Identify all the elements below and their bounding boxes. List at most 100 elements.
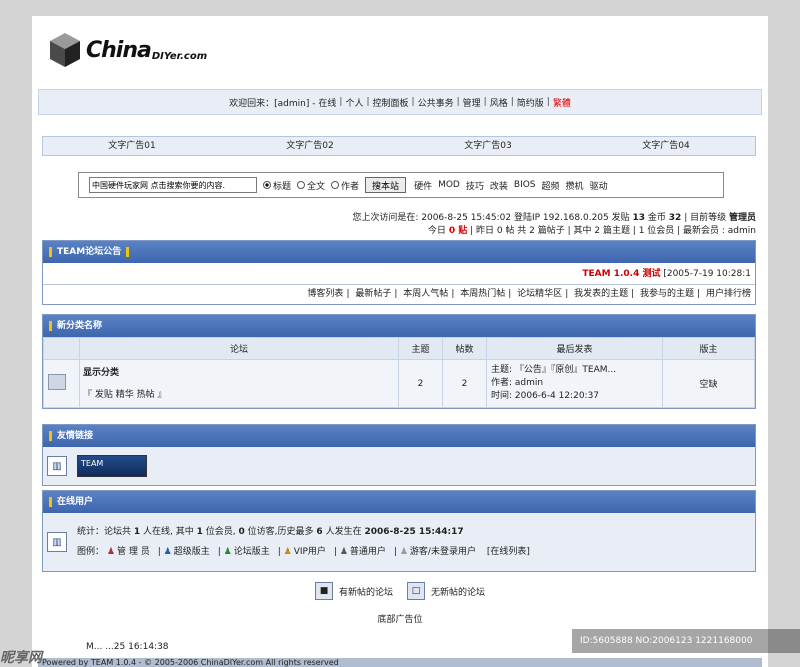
- no-new-posts-label: 无新帖的论坛: [431, 587, 486, 598]
- visit-line-2: 今日 0 贴 | 昨日 0 帖 共 2 篇帖子 | 其中 2 篇主题 | 1 位…: [427, 226, 756, 236]
- search-input[interactable]: [89, 177, 257, 193]
- radio-icon: [297, 181, 306, 189]
- header-bar-icon: [49, 247, 52, 257]
- vip-user-icon: ♟: [283, 547, 292, 557]
- online-body: ▥ 统计：论坛共 1 人在线, 其中 1 位会员, 0 位访客,历史最多 6 人…: [43, 513, 755, 571]
- team-friend-link[interactable]: TEAM: [77, 455, 147, 477]
- nav-traditional[interactable]: 繁體: [553, 96, 571, 109]
- link-digest[interactable]: 论坛精华区: [517, 289, 562, 299]
- keyword-link[interactable]: 改装: [490, 179, 508, 192]
- last-post-time: 时间: 2006-6-4 12:20:37: [491, 391, 600, 401]
- site-logo[interactable]: China DIYer.com: [48, 28, 207, 72]
- no-new-posts-icon: □: [407, 582, 425, 600]
- text-ad-2[interactable]: 文字广告02: [221, 137, 399, 155]
- forum-moderator: 空缺: [662, 359, 755, 408]
- link-weekly-popular[interactable]: 本周人气帖: [403, 289, 448, 299]
- watermark-id: ID:5605888 NO:2006123 1221168000: [572, 629, 800, 653]
- keyword-link[interactable]: BIOS: [514, 180, 536, 190]
- coin-count: 32: [668, 213, 682, 223]
- today-posts: 0 贴: [448, 226, 468, 236]
- friends-header[interactable]: 友情链接: [43, 425, 755, 447]
- notice-date: [2005-7-19 10:28:1: [663, 269, 751, 279]
- table-header-forum: 论坛: [79, 337, 399, 360]
- notice-headline[interactable]: TEAM 1.0.4 测试: [582, 269, 660, 279]
- keyword-link[interactable]: 驱动: [590, 179, 608, 192]
- header-bar-icon: [49, 497, 52, 507]
- link-user-ranking[interactable]: 用户排行榜: [706, 289, 751, 299]
- footer-time: M... ...25 16:14:38: [86, 642, 169, 652]
- friends-panel: 友情链接 ▥ TEAM: [42, 424, 756, 486]
- text-ad-1[interactable]: 文字广告01: [43, 137, 221, 155]
- keyword-link[interactable]: 攒机: [566, 179, 584, 192]
- chart-icon: ▥: [47, 456, 67, 476]
- legend-super-mod: ♟ 超级版主: [163, 547, 210, 557]
- nav-online[interactable]: 在线: [318, 96, 336, 109]
- bottom-ad[interactable]: 底部广告位: [32, 612, 768, 625]
- link-blog-list[interactable]: 博客列表: [307, 289, 343, 299]
- online-header[interactable]: 在线用户: [43, 491, 755, 513]
- nav-public-affairs[interactable]: 公共事务: [418, 96, 454, 109]
- super-mod-icon: ♟: [163, 547, 172, 557]
- text-ad-4[interactable]: 文字广告04: [577, 137, 755, 155]
- table-header-topics: 主题: [398, 337, 443, 360]
- mod-user-icon: ♟: [223, 547, 232, 557]
- forum-name[interactable]: 显示分类: [83, 362, 398, 384]
- search-button[interactable]: 搜本站: [365, 177, 407, 193]
- category-panel: 新分类名称 论坛 主题 帖数 最后发表 版主 显示分类 『 发贴 精华 热帖 』…: [42, 314, 756, 409]
- notice-item[interactable]: TEAM 1.0.4 测试 [2005-7-19 10:28:1: [43, 263, 755, 285]
- search-option-fulltext[interactable]: 全文: [297, 179, 325, 192]
- logo-cube-icon: [50, 33, 80, 67]
- link-my-participation[interactable]: 我参与的主题: [640, 289, 694, 299]
- header-bar-icon: [126, 247, 130, 257]
- logo-sub-text: DIYer.com: [151, 51, 208, 62]
- last-post-subject[interactable]: 主题: 『公告』『原创』TEAM...: [491, 364, 662, 377]
- member-user-icon: ♟: [339, 547, 348, 557]
- category-header[interactable]: 新分类名称: [43, 315, 755, 337]
- link-my-topics[interactable]: 我发表的主题: [574, 289, 628, 299]
- forum-last-post: 主题: 『公告』『原创』TEAM... 作者: admin 时间: 2006-6…: [486, 359, 663, 408]
- link-weekly-hot[interactable]: 本周热门帖: [460, 289, 505, 299]
- legend-admin: ♟ 管 理 员: [106, 547, 150, 557]
- welcome-prefix: 欢迎回来：[admin] -: [229, 98, 316, 109]
- new-posts-icon: ■: [314, 582, 333, 600]
- last-post-author[interactable]: 作者: admin: [491, 377, 662, 390]
- nav-lite-version[interactable]: 简约版: [517, 96, 544, 109]
- text-ad-3[interactable]: 文字广告03: [399, 137, 577, 155]
- online-panel: 在线用户 ▥ 统计：论坛共 1 人在线, 其中 1 位会员, 0 位访客,历史最…: [42, 490, 756, 572]
- nav-admin[interactable]: 管理: [463, 96, 481, 109]
- radio-icon: [331, 181, 340, 189]
- keyword-link[interactable]: MOD: [438, 180, 460, 190]
- guest-user-icon: ♟: [399, 547, 408, 557]
- quick-links: 博客列表 | 最新帖子 | 本周人气帖 | 本周热门帖 | 论坛精华区 | 我发表的主题 |…: [43, 285, 755, 304]
- online-list-link[interactable]: [在线列表]: [487, 547, 530, 557]
- nav-profile[interactable]: 个人: [345, 96, 363, 109]
- footer-bar: Powered by TEAM 1.0.4 - © 2005-2006 Chin…: [38, 658, 762, 667]
- user-level: 管理员: [728, 213, 756, 223]
- chart-icon: ▥: [47, 532, 67, 552]
- table-header-posts: 帖数: [442, 337, 487, 360]
- forum-status-cell: [43, 359, 80, 408]
- legend-member: ♟ 普通用户: [339, 547, 386, 557]
- visit-line-1: 您上次访问是在: 2006-8-25 15:45:02 登陆IP 192.168…: [352, 213, 756, 223]
- online-legend: 图例： ♟ 管 理 员 | ♟ 超级版主 | ♟ 论坛版主 | ♟ VIP用户 | ♟ 普通用户 |…: [77, 547, 530, 557]
- forum-table: 论坛 主题 帖数 最后发表 版主 显示分类 『 发贴 精华 热帖 』 2 2 主…: [43, 337, 755, 408]
- welcome-bar: 欢迎回来：[admin] - 在线 | 个人 | 控制面板 | 公共事务 | 管理 | 风…: [38, 89, 762, 115]
- keyword-link[interactable]: 超频: [542, 179, 560, 192]
- forum-sub-links[interactable]: 『 发贴 精华 热帖 』: [83, 384, 398, 406]
- forum-topic-count: 2: [398, 359, 443, 408]
- nav-control-panel[interactable]: 控制面板: [373, 96, 409, 109]
- visit-info: 您上次访问是在: 2006-8-25 15:45:02 登陆IP 192.168…: [352, 212, 756, 238]
- keyword-link[interactable]: 技巧: [466, 179, 484, 192]
- link-latest-posts[interactable]: 最新帖子: [355, 289, 391, 299]
- watermark-logo: 昵享网: [0, 650, 42, 666]
- search-option-title[interactable]: 标题: [263, 179, 291, 192]
- nav-style[interactable]: 风格: [490, 96, 508, 109]
- notice-panel: TEAM论坛公告 TEAM 1.0.4 测试 [2005-7-19 10:28:…: [42, 240, 756, 305]
- keyword-link[interactable]: 硬件: [414, 179, 432, 192]
- online-stats: 统计：论坛共 1 人在线, 其中 1 位会员, 0 位访客,历史最多 6 人发生…: [77, 522, 530, 562]
- forum-status-icon: [48, 374, 66, 390]
- online-stat-line: 统计：论坛共 1 人在线, 其中 1 位会员, 0 位访客,历史最多 6 人发生…: [77, 527, 464, 537]
- search-option-author[interactable]: 作者: [331, 179, 359, 192]
- search-bar: 标题 全文 作者 搜本站 硬件 MOD 技巧 改装 BIOS 超频 攒机 驱动: [78, 172, 724, 198]
- online-max-time: 2006-8-25 15:44:17: [364, 527, 464, 537]
